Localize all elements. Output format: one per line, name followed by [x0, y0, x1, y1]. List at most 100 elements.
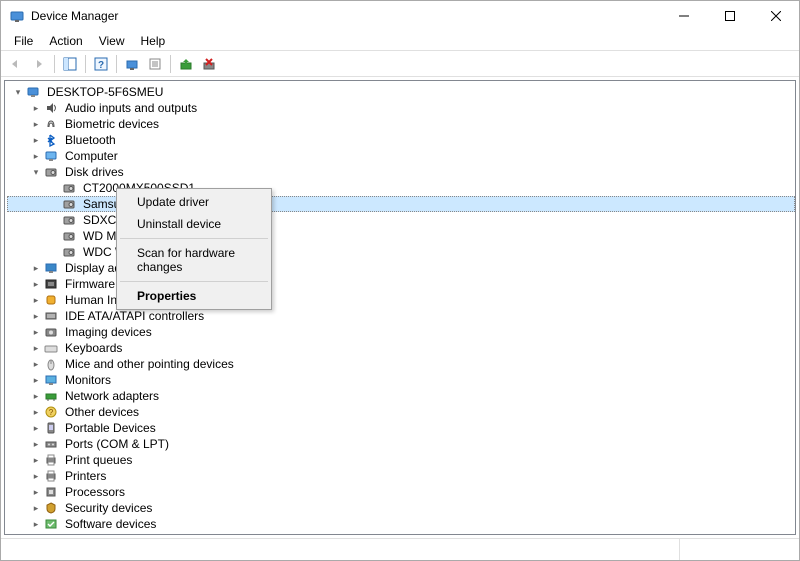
tree-category[interactable]: ▾ Disk drives: [7, 164, 795, 180]
expander-icon[interactable]: ▸: [29, 453, 43, 467]
context-menu-item[interactable]: Uninstall device: [119, 213, 269, 235]
tree-category[interactable]: ▸ Print queues: [7, 452, 795, 468]
expander-icon[interactable]: ▸: [29, 389, 43, 403]
disk-icon: [61, 244, 77, 260]
status-cell: [679, 539, 799, 560]
tree-category[interactable]: ▸ Biometric devices: [7, 116, 795, 132]
titlebar: Device Manager: [1, 1, 799, 31]
menu-file[interactable]: File: [7, 32, 40, 50]
expander-icon[interactable]: ▸: [29, 405, 43, 419]
expander-icon[interactable]: ▸: [29, 517, 43, 531]
expander-icon[interactable]: ▸: [29, 501, 43, 515]
svg-text:?: ?: [49, 408, 54, 417]
tree-category[interactable]: ▸ Portable Devices: [7, 420, 795, 436]
biometric-icon: [43, 116, 59, 132]
uninstall-device-button[interactable]: [198, 53, 220, 75]
network-icon: [43, 388, 59, 404]
expander-icon[interactable]: ▸: [29, 325, 43, 339]
svg-text:?: ?: [98, 60, 104, 71]
expander-icon[interactable]: ▸: [29, 373, 43, 387]
disk-icon: [61, 212, 77, 228]
expander-icon[interactable]: ▸: [29, 261, 43, 275]
audio-icon: [43, 100, 59, 116]
minimize-button[interactable]: [661, 1, 707, 31]
tree-category[interactable]: ▸ Monitors: [7, 372, 795, 388]
tree-category[interactable]: ▸ Security devices: [7, 500, 795, 516]
context-menu: Update driverUninstall device Scan for ha…: [116, 188, 272, 310]
forward-button: [28, 53, 50, 75]
tree-category[interactable]: ▸ IDE ATA/ATAPI controllers: [7, 308, 795, 324]
close-button[interactable]: [753, 1, 799, 31]
node-label: Print queues: [63, 452, 134, 468]
context-menu-item[interactable]: Update driver: [119, 191, 269, 213]
tree-category[interactable]: ▸ ? Other devices: [7, 404, 795, 420]
expander-icon[interactable]: ▸: [29, 117, 43, 131]
expander-icon[interactable]: ▸: [29, 533, 43, 535]
node-label: Bluetooth: [63, 132, 118, 148]
toolbar-separator: [116, 55, 117, 73]
expander-icon[interactable]: ▸: [29, 293, 43, 307]
display-icon: [43, 260, 59, 276]
expander-icon[interactable]: ▸: [29, 133, 43, 147]
update-driver-button[interactable]: [175, 53, 197, 75]
window-title: Device Manager: [31, 9, 661, 23]
disk-icon: [43, 164, 59, 180]
menu-view[interactable]: View: [92, 32, 132, 50]
security-icon: [43, 500, 59, 516]
printqueue-icon: [43, 452, 59, 468]
maximize-button[interactable]: [707, 1, 753, 31]
context-menu-item[interactable]: Properties: [119, 285, 269, 307]
expander-icon[interactable]: ▸: [29, 149, 43, 163]
node-label: Sound, video and game controllers: [63, 532, 252, 535]
node-label: IDE ATA/ATAPI controllers: [63, 308, 206, 324]
tree-category[interactable]: ▸ Network adapters: [7, 388, 795, 404]
toolbar-separator: [170, 55, 171, 73]
other-icon: ?: [43, 404, 59, 420]
sound-icon: [43, 532, 59, 535]
expander-icon[interactable]: ▸: [29, 309, 43, 323]
tree-category[interactable]: ▸ Audio inputs and outputs: [7, 100, 795, 116]
help-button[interactable]: ?: [90, 53, 112, 75]
node-label: Mice and other pointing devices: [63, 356, 236, 372]
tree-category[interactable]: ▸ Keyboards: [7, 340, 795, 356]
expander-icon[interactable]: ▾: [29, 165, 43, 179]
computer-icon: [43, 148, 59, 164]
menu-help[interactable]: Help: [134, 32, 173, 50]
expander-icon[interactable]: ▸: [29, 101, 43, 115]
expander-icon[interactable]: ▸: [29, 421, 43, 435]
tree-category[interactable]: ▸ Software devices: [7, 516, 795, 532]
expander-icon[interactable]: ▸: [29, 469, 43, 483]
show-hide-tree-button[interactable]: [59, 53, 81, 75]
toolbar-separator: [54, 55, 55, 73]
context-menu-item[interactable]: Scan for hardware changes: [119, 242, 269, 278]
tree-root[interactable]: ▾ DESKTOP-5F6SMEU: [7, 84, 795, 100]
tree-category[interactable]: ▸ Computer: [7, 148, 795, 164]
menubar: File Action View Help: [1, 31, 799, 51]
device-tree-content[interactable]: ▾ DESKTOP-5F6SMEU ▸ Audio inputs and out…: [4, 80, 796, 535]
keyboard-icon: [43, 340, 59, 356]
properties-button[interactable]: [144, 53, 166, 75]
back-button: [5, 53, 27, 75]
scan-hardware-button[interactable]: [121, 53, 143, 75]
context-menu-separator: [120, 238, 268, 239]
expander-icon[interactable]: ▸: [29, 357, 43, 371]
tree-category[interactable]: ▸ Imaging devices: [7, 324, 795, 340]
expander-icon[interactable]: ▸: [29, 277, 43, 291]
pc-icon: [25, 84, 41, 100]
node-label: Monitors: [63, 372, 113, 388]
menu-action[interactable]: Action: [42, 32, 89, 50]
tree-category[interactable]: ▸ Sound, video and game controllers: [7, 532, 795, 535]
expander-icon[interactable]: ▸: [29, 437, 43, 451]
tree-category[interactable]: ▸ Printers: [7, 468, 795, 484]
mouse-icon: [43, 356, 59, 372]
tree-category[interactable]: ▸ Mice and other pointing devices: [7, 356, 795, 372]
tree-category[interactable]: ▸ Processors: [7, 484, 795, 500]
expander-icon[interactable]: ▸: [29, 485, 43, 499]
expander-icon[interactable]: ▾: [11, 85, 25, 99]
node-label: Biometric devices: [63, 116, 161, 132]
imaging-icon: [43, 324, 59, 340]
tree-category[interactable]: ▸ Ports (COM & LPT): [7, 436, 795, 452]
expander-icon[interactable]: ▸: [29, 341, 43, 355]
node-label: Security devices: [63, 500, 154, 516]
tree-category[interactable]: ▸ Bluetooth: [7, 132, 795, 148]
